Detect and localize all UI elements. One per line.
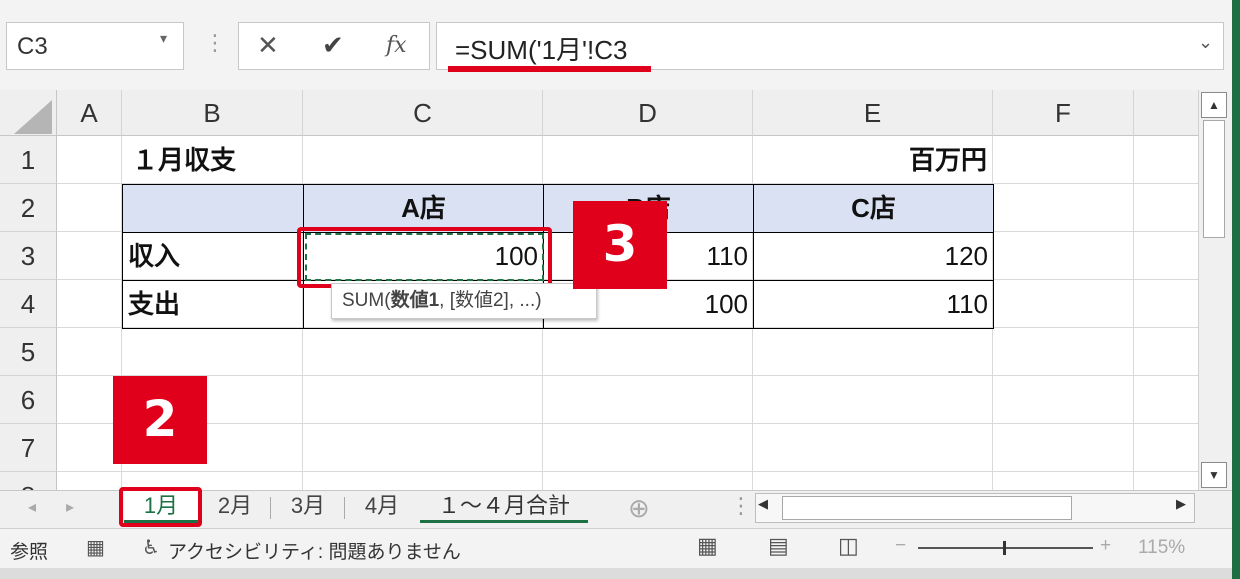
cell-c2-text: A店 bbox=[401, 193, 446, 223]
zoom-slider-thumb[interactable] bbox=[1003, 541, 1006, 555]
row-header-4[interactable]: 4 bbox=[0, 280, 57, 328]
row-header-6[interactable]: 6 bbox=[0, 376, 57, 424]
cell-b2[interactable] bbox=[122, 184, 304, 233]
mode-indicator: 参照 bbox=[10, 542, 49, 563]
zoom-level[interactable]: 115% bbox=[1138, 537, 1185, 559]
sheet-tab-2[interactable]: 2月 bbox=[200, 491, 270, 523]
scroll-down-icon[interactable]: ▼ bbox=[1201, 462, 1227, 488]
vertical-scrollbar[interactable]: ▲ ▼ bbox=[1198, 90, 1232, 490]
tooltip-arg1[interactable]: 数値1 bbox=[391, 290, 440, 311]
column-header-e[interactable]: E bbox=[753, 90, 993, 136]
row-header-8[interactable]: 8 bbox=[0, 472, 57, 490]
bottom-strip bbox=[0, 568, 1232, 579]
scroll-up-icon[interactable]: ▲ bbox=[1201, 92, 1227, 118]
row-header-5[interactable]: 5 bbox=[0, 328, 57, 376]
expand-formula-bar-icon[interactable]: ⌄ bbox=[1198, 32, 1213, 53]
cell-e3-text: 120 bbox=[944, 241, 988, 271]
row-header-7[interactable]: 7 bbox=[0, 424, 57, 472]
status-bar: 参照 ▦ ♿ アクセシビリティ: 問題ありません ▦ ▤ ◫ − + 115% bbox=[0, 528, 1232, 568]
gridline bbox=[1133, 136, 1134, 490]
select-all-triangle-icon bbox=[14, 100, 52, 134]
column-header-b[interactable]: B bbox=[122, 90, 303, 136]
tooltip-prefix: SUM( bbox=[342, 290, 391, 311]
zoom-in-icon[interactable]: + bbox=[1100, 535, 1111, 557]
scroll-right-icon[interactable]: ▶ bbox=[1176, 496, 1186, 512]
gridline bbox=[57, 423, 1198, 424]
page-break-view-icon[interactable]: ◫ bbox=[838, 533, 859, 559]
gridline bbox=[57, 375, 1198, 376]
row-header-3[interactable]: 3 bbox=[0, 232, 57, 280]
cell-e1-text: 百万円 bbox=[908, 145, 987, 175]
cell-b1-text: １月収支 bbox=[132, 145, 237, 175]
column-header-c[interactable]: C bbox=[303, 90, 543, 136]
more-options-icon[interactable]: ⋮ bbox=[204, 32, 226, 54]
cell-b3-text: 収入 bbox=[128, 241, 181, 271]
page-layout-view-icon[interactable]: ▤ bbox=[768, 533, 789, 559]
zoom-out-icon[interactable]: − bbox=[895, 535, 906, 557]
accessibility-status[interactable]: アクセシビリティ: 問題ありません bbox=[168, 537, 461, 564]
column-header-d[interactable]: D bbox=[543, 90, 753, 136]
highlight-box-tab-1 bbox=[119, 487, 202, 527]
formula-underline-highlight bbox=[448, 66, 651, 72]
tab-separator bbox=[270, 497, 271, 519]
accessibility-icon[interactable]: ♿ bbox=[142, 535, 160, 560]
horizontal-scroll-thumb[interactable] bbox=[782, 496, 1072, 520]
row-header-1[interactable]: 1 bbox=[0, 136, 57, 184]
cancel-icon[interactable]: ✕ bbox=[257, 30, 279, 61]
normal-view-icon[interactable]: ▦ bbox=[697, 533, 718, 559]
scroll-left-icon[interactable]: ◀ bbox=[758, 496, 768, 512]
cell-e4-text: 110 bbox=[946, 289, 988, 319]
column-header-a[interactable]: A bbox=[57, 90, 122, 136]
tooltip-rest: , [数値2], ...) bbox=[439, 290, 542, 311]
formula-input[interactable]: =SUM('1月'!C3 bbox=[436, 22, 1224, 70]
tab-splitter-icon[interactable]: ⋮ bbox=[730, 493, 752, 519]
horizontal-scrollbar[interactable]: ◀ ▶ bbox=[755, 493, 1195, 523]
add-sheet-icon[interactable]: ⊕ bbox=[628, 493, 650, 524]
cell-e2-text: C店 bbox=[851, 193, 896, 223]
step-badge-2: 2 bbox=[113, 376, 207, 464]
name-box-dropdown-icon[interactable]: ▾ bbox=[160, 30, 167, 47]
column-header-g[interactable] bbox=[1134, 90, 1198, 136]
name-box[interactable]: C3 bbox=[6, 22, 184, 70]
enter-icon[interactable]: ✔ bbox=[322, 30, 344, 61]
insert-function-icon[interactable]: fx bbox=[386, 33, 407, 58]
column-header-f[interactable]: F bbox=[993, 90, 1134, 136]
worksheet-grid[interactable]: A B C D E F 1 2 3 4 5 6 7 8 １月収支 百万円 A店 … bbox=[0, 90, 1198, 490]
select-all-corner[interactable] bbox=[0, 90, 57, 136]
cell-mode-icon[interactable]: ▦ bbox=[86, 535, 105, 560]
tab-separator bbox=[344, 497, 345, 519]
step-badge-3: 3 bbox=[573, 201, 667, 289]
sheet-tab-3[interactable]: 3月 bbox=[272, 491, 344, 523]
sheet-tab-4[interactable]: 4月 bbox=[346, 491, 418, 523]
function-tooltip: SUM(数値1, [数値2], ...) bbox=[331, 283, 597, 319]
tab-scroll-right-icon[interactable]: ▸ bbox=[66, 497, 74, 517]
cell-b4-text: 支出 bbox=[128, 289, 181, 319]
window-edge bbox=[1232, 0, 1240, 579]
sheet-tab-total[interactable]: １～４月合計 bbox=[420, 491, 588, 523]
sheet-tab-bar: ◂ ▸ 1月 2月 3月 4月 １～４月合計 ⊕ ⋮ ◀ ▶ bbox=[0, 487, 1232, 528]
row-header-2[interactable]: 2 bbox=[0, 184, 57, 232]
tab-scroll-left-icon[interactable]: ◂ bbox=[28, 497, 36, 517]
highlight-box-c3 bbox=[297, 227, 552, 288]
gridline bbox=[57, 471, 1198, 472]
vertical-scroll-thumb[interactable] bbox=[1203, 120, 1225, 238]
